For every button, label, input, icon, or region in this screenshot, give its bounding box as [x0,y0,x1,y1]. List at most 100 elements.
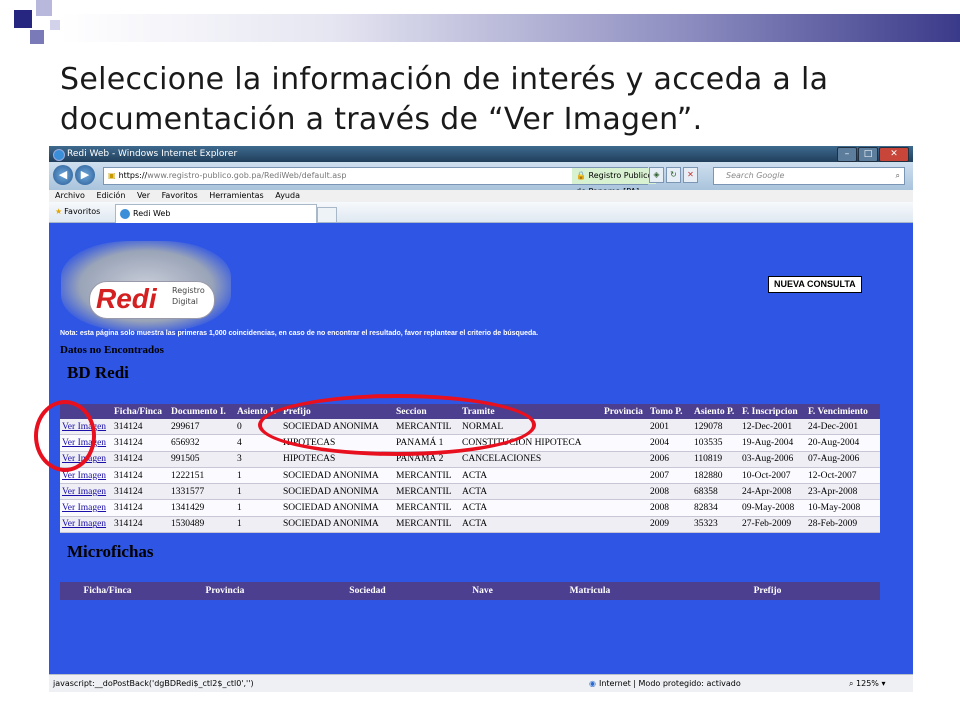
cell-link: Ver Imagen [60,499,112,517]
cell-ficha: 314124 [112,419,169,436]
menu-ayuda[interactable]: Ayuda [275,190,300,202]
mf-header-matricula: Matricula [525,582,655,600]
url-scheme: https:// [118,171,148,180]
cell-inscripcion: 27-Feb-2009 [740,516,806,534]
cell-ficha: 314124 [112,467,169,485]
table-row: Ver Imagen 314124 1222151 1 SOCIEDAD ANONIMA… [60,467,880,485]
rss-icon[interactable]: ◈ [649,167,664,183]
col-header-documento[interactable]: Documento I. [169,404,235,419]
logo-badge: Redi Registro Digital [89,281,215,319]
security-zone[interactable]: ◉ Internet | Modo protegido: activado [589,675,741,692]
cell-documento: 991505 [169,451,235,468]
table-row: Ver Imagen 314124 1530489 1 SOCIEDAD ANONIMA… [60,516,880,534]
star-icon: ★ [55,207,63,216]
cell-vencimiento: 24-Dec-2001 [806,419,880,436]
cell-prefijo: SOCIEDAD ANONIMA [281,516,394,534]
address-bar[interactable]: ▣ https://www.registro-publico.gob.pa/Red… [103,167,656,196]
cell-seccion: MERCANTIL [394,467,460,485]
cell-tramite: CANCELACIONES [460,451,602,468]
cell-provincia [602,483,648,501]
zone-text: Internet | Modo protegido: activado [598,679,741,688]
menu-edicion[interactable]: Edición [96,190,125,202]
no-data-message: Datos no Encontrados [60,344,164,356]
forward-icon[interactable]: ▶ [75,165,95,185]
mf-header-nave: Nave [440,582,525,600]
mf-header-sociedad: Sociedad [295,582,440,600]
menu-favoritos[interactable]: Favoritos [162,190,198,202]
col-header-asiento-p[interactable]: Asiento P. [692,404,740,419]
cell-documento: 1331577 [169,483,235,501]
logo-line2: Digital [172,297,198,306]
table-row: Ver Imagen 314124 1341429 1 SOCIEDAD ANONIMA… [60,499,880,517]
window-title: Redi Web - Windows Internet Explorer [67,149,238,159]
col-header-vencimiento[interactable]: F. Vencimiento [806,404,880,419]
window-controls: – □ ✕ [837,147,909,162]
ver-imagen-link[interactable]: Ver Imagen [62,519,106,529]
menu-archivo[interactable]: Archivo [55,190,85,202]
menu-ver[interactable]: Ver [137,190,150,202]
cell-provincia [602,419,648,436]
zoom-level: 125% [856,679,879,688]
cell-inscripcion: 10-Oct-2007 [740,467,806,485]
deco-square-lavender [36,0,52,16]
logo-text: Redi [96,283,157,314]
cell-documento: 1222151 [169,467,235,485]
ver-imagen-link[interactable]: Ver Imagen [62,487,106,497]
ver-imagen-link[interactable]: Ver Imagen [62,471,106,481]
ver-imagen-link[interactable]: Ver Imagen [62,503,106,513]
table-row: Ver Imagen 314124 1331577 1 SOCIEDAD ANONIMA… [60,483,880,501]
deco-square-light [50,20,60,30]
favorites-bar: ★ Favoritos Redi Web [49,202,913,223]
cell-prefijo: SOCIEDAD ANONIMA [281,499,394,517]
cell-tramite: ACTA [460,483,602,501]
mf-header-prefijo: Prefijo [655,582,880,600]
redi-logo: Redi Registro Digital [61,241,231,331]
cell-asiento: 1 [235,499,281,517]
stop-icon[interactable]: ✕ [683,167,698,183]
window-titlebar: Redi Web - Windows Internet Explorer – □… [49,146,913,162]
cell-inscripcion: 09-May-2008 [740,499,806,517]
ie-icon [53,149,65,161]
close-icon[interactable]: ✕ [879,147,909,162]
cell-vencimiento: 10-May-2008 [806,499,880,517]
col-header-inscripcion[interactable]: F. Inscripcion [740,404,806,419]
cell-asiento-p: 129078 [692,419,740,436]
cell-tomo: 2008 [648,483,692,501]
search-placeholder: Search Google [726,171,785,180]
certificate-badge[interactable]: 🔒 Registro Publico de Panama [PA] [572,168,656,196]
cell-provincia [602,467,648,485]
search-icon[interactable]: ⌕ [896,168,900,184]
back-icon[interactable]: ◀ [53,165,73,185]
col-header-tomo[interactable]: Tomo P. [648,404,692,419]
cell-documento: 656932 [169,434,235,452]
url-host: www.registro-publico.gob.pa [147,171,262,180]
col-header-ficha[interactable]: Ficha/Finca [112,404,169,419]
status-text: javascript:__doPostBack('dgBDRedi$_ctl2$… [53,679,254,688]
cell-seccion: MERCANTIL [394,499,460,517]
menu-herramientas[interactable]: Herramientas [209,190,264,202]
search-input[interactable]: Search Google ⌕ [713,167,905,185]
zoom-control[interactable]: ⌕ 125% ▾ [849,675,885,692]
nueva-consulta-button[interactable]: NUEVA CONSULTA [768,276,862,293]
col-header-provincia[interactable]: Provincia [602,404,648,419]
minimize-icon[interactable]: – [837,147,857,162]
cell-provincia [602,516,648,534]
deco-square-purple [30,30,44,44]
favorites-button[interactable]: ★ Favoritos [55,205,100,219]
refresh-icon[interactable]: ↻ [666,167,681,183]
cell-tramite: ACTA [460,467,602,485]
ie-tab-icon [120,208,130,219]
cell-ficha: 314124 [112,483,169,501]
cell-provincia [602,499,648,517]
cell-asiento-p: 35323 [692,516,740,534]
tab-redi-web[interactable]: Redi Web [115,204,317,223]
slide-title: Seleccione la información de interés y a… [60,62,829,137]
cell-vencimiento: 12-Oct-2007 [806,467,880,485]
cell-tomo: 2001 [648,419,692,436]
mf-header-ficha: Ficha/Finca [60,582,155,600]
cell-ficha: 314124 [112,434,169,452]
address-toolbar: ◀ ▶ ▣ https://www.registro-publico.gob.pa… [49,162,913,196]
cell-vencimiento: 20-Aug-2004 [806,434,880,452]
maximize-icon[interactable]: □ [858,147,878,162]
new-tab-button[interactable] [317,207,337,223]
